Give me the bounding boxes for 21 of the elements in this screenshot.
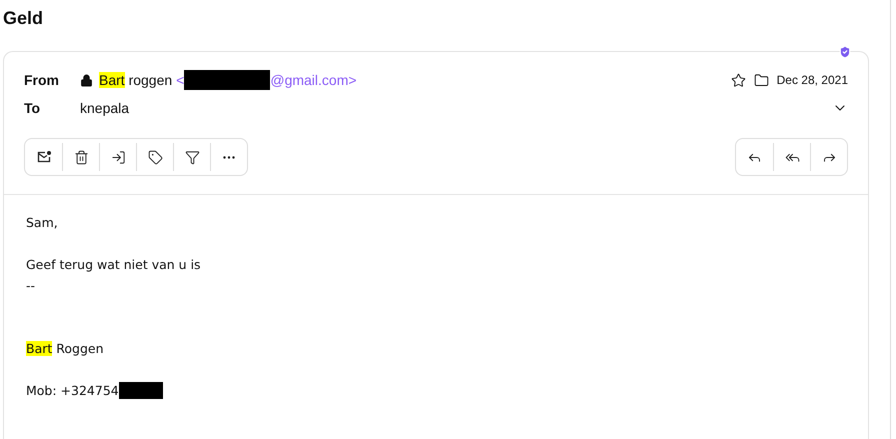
body-line: Geef terug wat niet van u is [26,256,201,274]
trash-icon [74,150,88,164]
message-date: Dec 28, 2021 [776,73,848,87]
folder-icon[interactable] [754,72,769,88]
tag-icon [148,150,162,164]
sender-address: < [176,72,184,88]
arrow-into-box-icon [110,150,126,164]
filter-icon [184,150,200,164]
envelope-dot-icon [36,149,52,165]
sender-name: Bart roggen [99,72,172,88]
body-line: -- [26,277,36,295]
body-line: Bart Roggen [26,340,104,358]
star-icon[interactable] [730,72,746,88]
to-label: To [24,100,42,116]
body-line: Sam, [26,214,58,232]
sender-address: @gmail.com> [270,72,357,88]
from-label: From [24,72,60,88]
body-line: Mob: +324754 [26,382,119,400]
recipient-name: knepala [80,100,130,116]
more-icon [223,156,235,158]
page-title: Geld [3,7,44,30]
